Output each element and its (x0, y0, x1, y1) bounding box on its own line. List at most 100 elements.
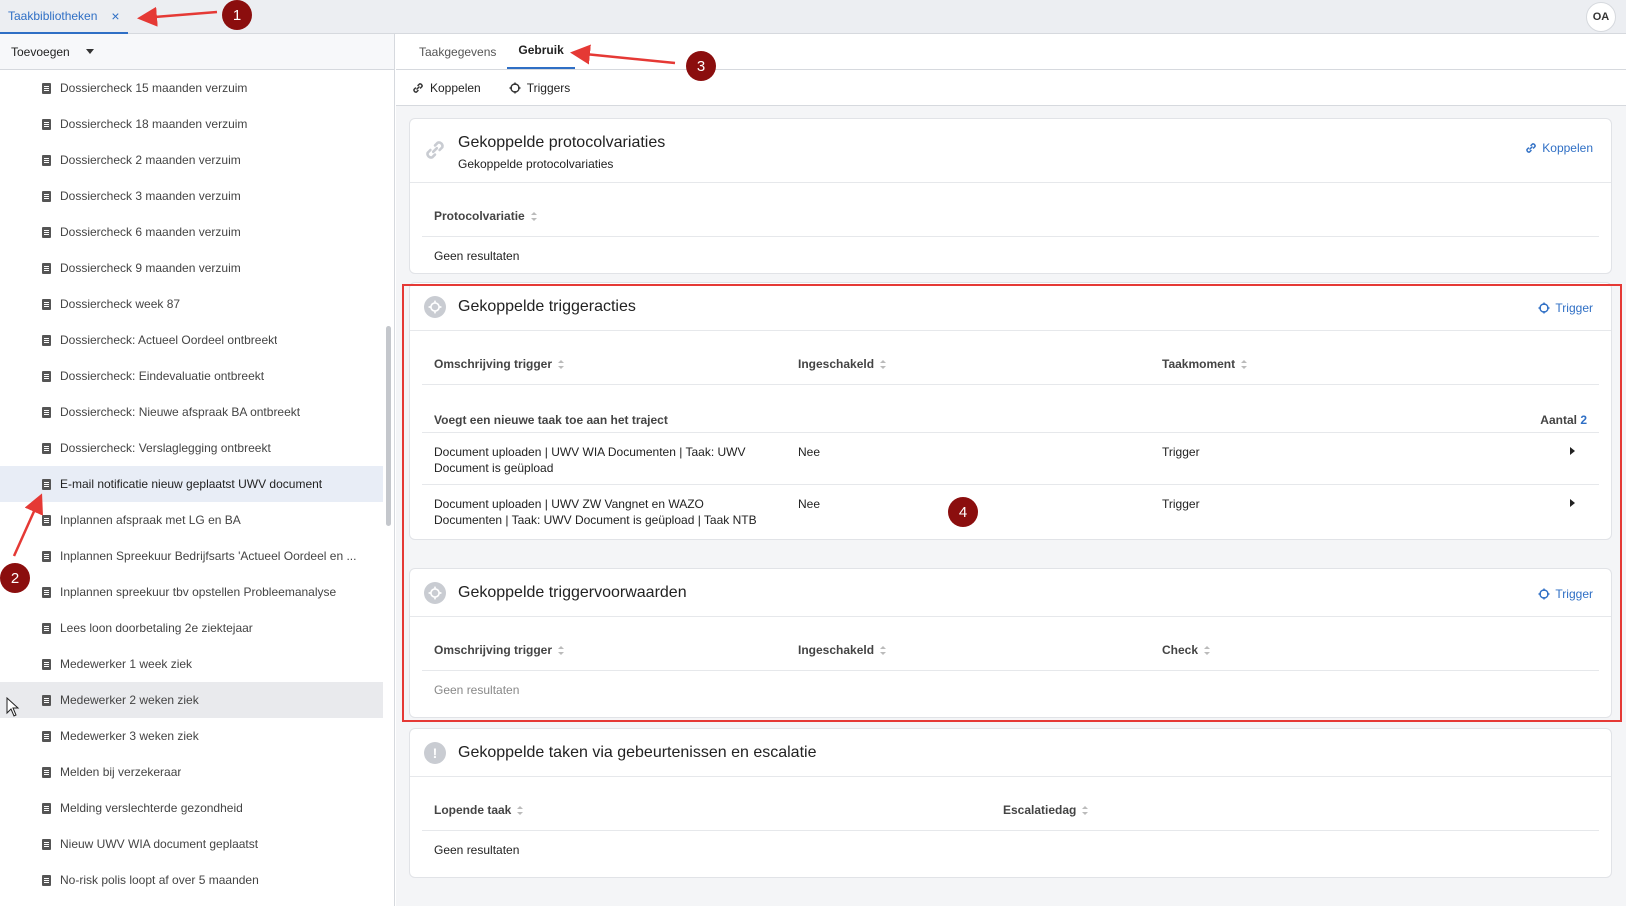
annotation-badge-1: 1 (222, 0, 252, 30)
mouse-cursor-icon (6, 697, 20, 717)
clipboard-icon (42, 802, 51, 814)
sidebar-item-label: Dossiercheck 2 maanden verzuim (60, 153, 241, 167)
clipboard-icon (42, 406, 51, 418)
sidebar-item-label: Inplannen spreekuur tbv opstellen Proble… (60, 585, 337, 599)
sidebar-item[interactable]: Medewerker 3 weken ziek (0, 718, 383, 754)
sidebar-item[interactable]: Dossiercheck 3 maanden verzuim (0, 178, 383, 214)
sidebar-item[interactable]: Medewerker 1 week ziek (0, 646, 383, 682)
sidebar-item[interactable]: Medewerker 2 weken ziek (0, 682, 383, 718)
sidebar-item[interactable]: Inplannen Spreekuur Bedrijfsarts 'Actuee… (0, 538, 383, 574)
sidebar-item[interactable]: Dossiercheck 9 maanden verzuim (0, 250, 383, 286)
crosshair-icon (509, 82, 521, 93)
column-label: Protocolvariatie (434, 209, 525, 223)
column-header-escalatiedag[interactable]: Escalatiedag (1003, 803, 1089, 817)
sidebar-toolbar: Toevoegen (0, 34, 394, 70)
sidebar-item[interactable]: No-risk polis loopt af over 5 maanden (0, 862, 383, 898)
close-icon[interactable]: × (111, 8, 119, 24)
avatar[interactable]: OA (1586, 2, 1616, 32)
add-label[interactable]: Toevoegen (11, 45, 70, 59)
sidebar-item[interactable]: Dossiercheck 18 maanden verzuim (0, 106, 383, 142)
tab-taakbibliotheken[interactable]: Taakbibliotheken × (0, 0, 128, 34)
sidebar-item-label: Melding verslechterde gezondheid (60, 801, 243, 815)
card-protocolvariaties: Gekoppelde protocolvariaties Gekoppelde … (409, 118, 1612, 274)
sidebar-item[interactable]: Nieuw UWV WIA document geplaatst (0, 826, 383, 862)
sidebar-item-label: Dossiercheck: Nieuwe afspraak BA ontbree… (60, 405, 301, 419)
sidebar-item[interactable]: Dossiercheck: Nieuwe afspraak BA ontbree… (0, 394, 383, 430)
sort-icon[interactable] (530, 211, 537, 221)
column-header-lopende-taak[interactable]: Lopende taak (434, 803, 524, 817)
card-title: Gekoppelde protocolvariaties (458, 134, 666, 151)
clipboard-icon (42, 766, 51, 778)
detail-tabs: Taakgegevens Gebruik (396, 34, 1626, 70)
sidebar: Toevoegen Dossiercheck 15 maanden verzui… (0, 34, 395, 906)
exclamation-icon: ! (424, 742, 446, 764)
sidebar-item-label: Medewerker 3 weken ziek (60, 729, 199, 743)
sidebar-item[interactable]: Inplannen afspraak met LG en BA (0, 502, 383, 538)
clipboard-icon (42, 550, 51, 562)
clipboard-icon (42, 838, 51, 850)
clipboard-icon (42, 730, 51, 742)
column-header-protocolvariatie[interactable]: Protocolvariatie (434, 209, 537, 223)
sidebar-item-label: Dossiercheck: Verslaglegging ontbreekt (60, 441, 271, 455)
link-icon (413, 82, 423, 93)
sidebar-item[interactable]: Lees loon doorbetaling 2e ziektejaar (0, 610, 383, 646)
annotation-badge-2: 2 (0, 563, 30, 593)
sidebar-item[interactable]: Dossiercheck 6 maanden verzuim (0, 214, 383, 250)
clipboard-icon (42, 82, 51, 94)
clipboard-icon (42, 334, 51, 346)
sidebar-item-label: Dossiercheck 15 maanden verzuim (60, 81, 248, 95)
clipboard-icon (42, 370, 51, 382)
tab-label[interactable]: Taakbibliotheken (8, 9, 97, 23)
sidebar-item-label: Medewerker 2 weken ziek (60, 693, 199, 707)
chevron-down-icon[interactable] (85, 49, 94, 54)
sort-icon[interactable] (1082, 805, 1089, 815)
task-list: Dossiercheck 15 maanden verzuim Dossierch… (0, 70, 383, 898)
triggers-button[interactable]: Triggers (509, 80, 571, 95)
koppelen-link[interactable]: Koppelen (1525, 141, 1593, 155)
sidebar-item[interactable]: Dossiercheck: Actueel Oordeel ontbreekt (0, 322, 383, 358)
sidebar-item[interactable]: E-mail notificatie nieuw geplaatst UWV d… (0, 466, 383, 502)
clipboard-icon (42, 658, 51, 670)
koppelen-link-label: Koppelen (1542, 141, 1593, 155)
usage-toolbar: Koppelen Triggers (396, 70, 1626, 106)
table-header: Lopende taak Escalatiedag (422, 777, 1599, 831)
tab-gebruik[interactable]: Gebruik (507, 43, 575, 69)
sidebar-item[interactable]: Dossiercheck 2 maanden verzuim (0, 142, 383, 178)
sidebar-item-label: Inplannen Spreekuur Bedrijfsarts 'Actuee… (60, 549, 357, 563)
clipboard-icon (42, 622, 51, 634)
sidebar-item[interactable]: Dossiercheck: Verslaglegging ontbreekt (0, 430, 383, 466)
sidebar-item[interactable]: Dossiercheck: Eindevaluatie ontbreekt (0, 358, 383, 394)
link-icon (424, 139, 446, 161)
sidebar-item-label: Dossiercheck 18 maanden verzuim (60, 117, 248, 131)
card-header: Gekoppelde protocolvariaties Gekoppelde … (410, 119, 1611, 183)
sidebar-item[interactable]: Dossiercheck week 87 (0, 286, 383, 322)
clipboard-icon (42, 586, 51, 598)
sort-icon[interactable] (517, 805, 524, 815)
column-label: Lopende taak (434, 803, 512, 817)
sidebar-item[interactable]: Melding verslechterde gezondheid (0, 790, 383, 826)
sidebar-item[interactable]: Inplannen spreekuur tbv opstellen Proble… (0, 574, 383, 610)
clipboard-icon (42, 262, 51, 274)
koppelen-button[interactable]: Koppelen (412, 81, 481, 95)
sidebar-item-label: Dossiercheck: Actueel Oordeel ontbreekt (60, 333, 278, 347)
annotation-badge-3: 3 (686, 51, 716, 81)
sidebar-item-label: Inplannen afspraak met LG en BA (60, 513, 241, 527)
clipboard-icon (42, 154, 51, 166)
tab-taakgegevens[interactable]: Taakgegevens (408, 45, 507, 69)
table-header: Protocolvariatie (422, 183, 1599, 237)
clipboard-icon (42, 298, 51, 310)
add-dropdown[interactable]: Toevoegen (11, 45, 94, 59)
sidebar-item-label: Dossiercheck 6 maanden verzuim (60, 225, 241, 239)
triggers-label: Triggers (526, 80, 571, 95)
link-icon (1526, 143, 1537, 153)
koppelen-label: Koppelen (430, 80, 481, 95)
clipboard-icon (42, 694, 51, 706)
scrollbar[interactable] (386, 326, 391, 526)
sidebar-item[interactable]: Melden bij verzekeraar (0, 754, 383, 790)
annotation-highlight-box (402, 284, 1622, 722)
sidebar-item[interactable]: Dossiercheck 15 maanden verzuim (0, 70, 383, 106)
clipboard-icon (42, 190, 51, 202)
clipboard-icon (42, 478, 51, 490)
sidebar-item-label: Lees loon doorbetaling 2e ziektejaar (60, 621, 253, 635)
sidebar-item-label: Dossiercheck 3 maanden verzuim (60, 189, 241, 203)
